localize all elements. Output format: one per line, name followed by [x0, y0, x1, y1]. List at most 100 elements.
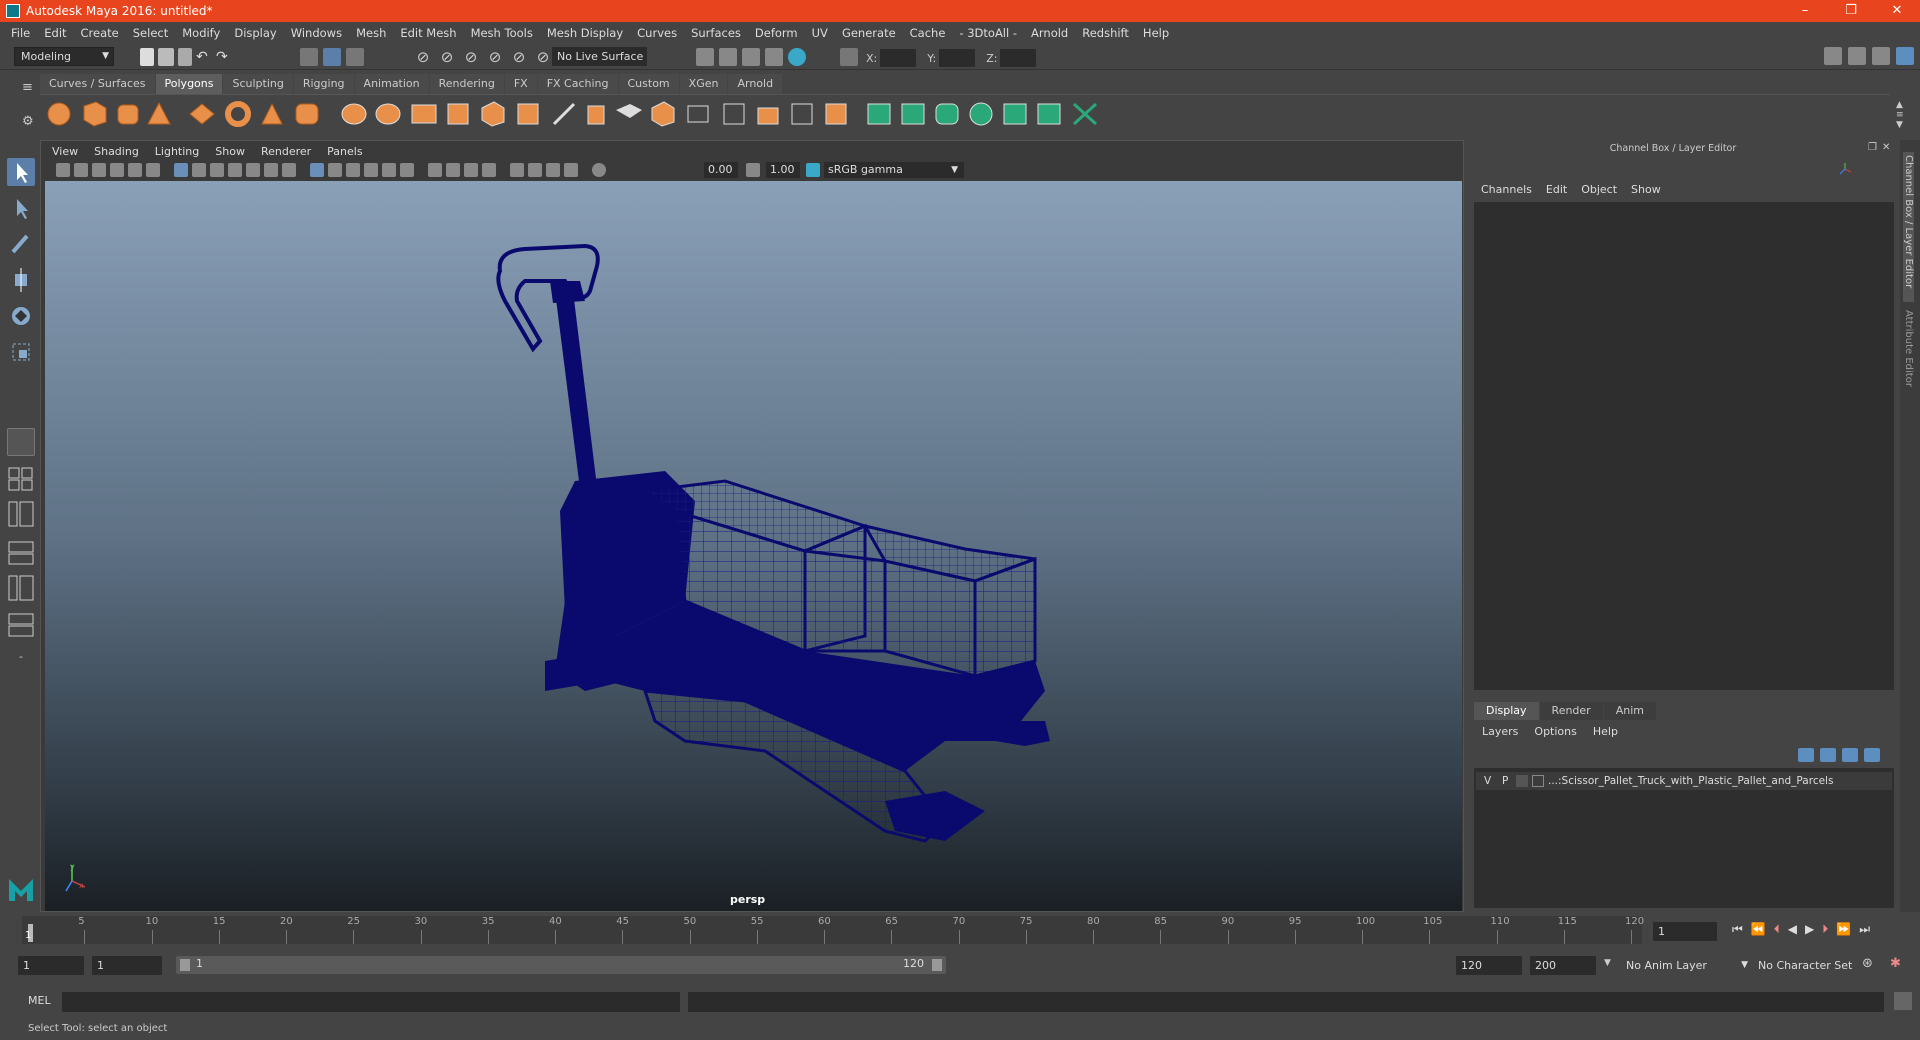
- attribute-editor-toggle-icon[interactable]: [1848, 47, 1866, 65]
- cb-menu-edit[interactable]: Edit: [1539, 183, 1574, 196]
- step-forward-frame-icon[interactable]: ⏩: [1836, 922, 1851, 937]
- hypershade-persp-layout-icon[interactable]: [7, 574, 35, 602]
- menu-windows[interactable]: Windows: [284, 26, 349, 40]
- select-component-icon[interactable]: [346, 48, 364, 66]
- poly-pyramid-icon[interactable]: [261, 102, 283, 125]
- menu-deform[interactable]: Deform: [748, 26, 805, 40]
- exposure-icon[interactable]: [592, 163, 606, 177]
- gamma-icon[interactable]: [746, 163, 760, 177]
- four-view-layout-icon[interactable]: [7, 466, 35, 492]
- close-panel-icon[interactable]: ✕: [1882, 142, 1890, 153]
- vp-menu-lighting[interactable]: Lighting: [147, 143, 207, 161]
- poly-sphere-icon[interactable]: [47, 102, 71, 126]
- bevel-icon[interactable]: [616, 104, 642, 118]
- shelf-tab-xgen[interactable]: XGen: [679, 74, 728, 94]
- textured-icon[interactable]: [364, 163, 378, 177]
- anti-aliasing-icon[interactable]: [464, 163, 478, 177]
- select-object-icon[interactable]: [323, 48, 341, 66]
- current-frame-field[interactable]: 1: [1653, 922, 1717, 941]
- auto-key-icon[interactable]: ⊛: [1862, 956, 1873, 971]
- grease-pencil-icon[interactable]: [146, 163, 160, 177]
- exposure-field[interactable]: 0.00: [704, 162, 738, 178]
- poly-pipe-icon[interactable]: [295, 103, 319, 125]
- modeling-toolkit-icon[interactable]: [1824, 47, 1842, 65]
- viewport-canvas[interactable]: [45, 181, 1462, 911]
- poly-cylinder-icon[interactable]: [117, 104, 139, 125]
- offset-edge-loop-icon[interactable]: [757, 107, 779, 125]
- cb-menu-show[interactable]: Show: [1624, 183, 1668, 196]
- layer-tab-render[interactable]: Render: [1539, 702, 1603, 720]
- vp-menu-show[interactable]: Show: [207, 143, 253, 161]
- cb-menu-channels[interactable]: Channels: [1474, 183, 1539, 196]
- z-field[interactable]: [1000, 49, 1037, 67]
- poly-cube-icon[interactable]: [83, 101, 107, 127]
- automatic-mapping-icon[interactable]: [1003, 103, 1027, 125]
- command-input[interactable]: [62, 992, 680, 1012]
- cb-menu-object[interactable]: Object: [1574, 183, 1624, 196]
- menu-modify[interactable]: Modify: [175, 26, 227, 40]
- target-weld-icon[interactable]: [687, 105, 709, 123]
- safe-action-icon[interactable]: [264, 163, 278, 177]
- shelf-tab-arnold[interactable]: Arnold: [728, 74, 783, 94]
- lasso-tool-icon[interactable]: [7, 194, 35, 222]
- two-d-pan-zoom-icon[interactable]: [128, 163, 142, 177]
- layer-row[interactable]: V P ...:Scissor_Pallet_Truck_with_Plasti…: [1476, 772, 1892, 790]
- range-start-handle[interactable]: [180, 959, 190, 971]
- safe-title-icon[interactable]: [282, 163, 296, 177]
- range-start-field[interactable]: 1: [18, 956, 84, 975]
- menu-edit-mesh[interactable]: Edit Mesh: [393, 26, 463, 40]
- insert-edge-loop-icon[interactable]: [723, 103, 745, 125]
- shelf-tab-sculpting[interactable]: Sculpting: [223, 74, 293, 94]
- render-settings-icon[interactable]: [765, 48, 783, 66]
- render-view-icon[interactable]: [696, 48, 714, 66]
- axis-orientation-icon[interactable]: [1838, 162, 1852, 176]
- rotate-tool-icon[interactable]: [7, 302, 35, 330]
- layer-tab-anim[interactable]: Anim: [1603, 702, 1656, 720]
- select-hierarchy-icon[interactable]: [300, 48, 318, 66]
- shelf-tab-animation[interactable]: Animation: [354, 74, 429, 94]
- side-tab-channel-box[interactable]: Channel Box / Layer Editor: [1903, 152, 1914, 302]
- preferences-icon[interactable]: ✱: [1890, 956, 1901, 971]
- snap-grid-icon[interactable]: ⊘: [414, 48, 432, 66]
- menu-surfaces[interactable]: Surfaces: [684, 26, 748, 40]
- time-slider[interactable]: [22, 916, 1642, 944]
- range-slider[interactable]: 1 120: [176, 956, 946, 974]
- play-forwards-icon[interactable]: ▶: [1805, 922, 1814, 937]
- motion-blur-icon[interactable]: [446, 163, 460, 177]
- field-chart-icon[interactable]: [246, 163, 260, 177]
- restore-button[interactable]: ❐: [1828, 0, 1874, 22]
- vp-menu-panels[interactable]: Panels: [319, 143, 370, 161]
- wireframe-on-shaded-icon[interactable]: [346, 163, 360, 177]
- bookmark-icon[interactable]: [92, 163, 106, 177]
- poly-cone-icon[interactable]: [147, 101, 171, 125]
- menu-3dtoall[interactable]: - 3DtoAll -: [952, 26, 1024, 40]
- extract-icon[interactable]: [447, 103, 469, 125]
- move-layer-down-icon[interactable]: [1820, 748, 1836, 762]
- vp-menu-renderer[interactable]: Renderer: [253, 143, 319, 161]
- snap-live-icon[interactable]: ⊘: [510, 48, 528, 66]
- go-to-start-icon[interactable]: ⏮: [1732, 922, 1743, 937]
- anim-layer-dropdown[interactable]: No Anim Layer ▼: [1622, 956, 1752, 975]
- menu-mesh-display[interactable]: Mesh Display: [540, 26, 630, 40]
- float-panel-icon[interactable]: ❐: [1868, 142, 1877, 153]
- gamma-field[interactable]: 1.00: [766, 162, 800, 178]
- shadows-icon[interactable]: [400, 163, 414, 177]
- persp-outliner-graph-layout-icon[interactable]: [7, 612, 35, 638]
- planar-mapping-icon[interactable]: [901, 103, 925, 125]
- side-tab-attribute-editor[interactable]: Attribute Editor: [1903, 310, 1914, 430]
- single-perspective-layout-icon[interactable]: [7, 428, 35, 456]
- mirror-icon[interactable]: [825, 103, 847, 125]
- layer-visibility-toggle[interactable]: V: [1484, 772, 1491, 790]
- shelf-tab-fx[interactable]: FX: [504, 74, 537, 94]
- playback-end-field[interactable]: 120: [1456, 956, 1522, 975]
- vp-menu-view[interactable]: View: [44, 143, 86, 161]
- script-editor-icon[interactable]: [1894, 992, 1912, 1010]
- menu-edit[interactable]: Edit: [37, 26, 73, 40]
- x-field[interactable]: [880, 49, 917, 67]
- undo-icon[interactable]: ↶: [196, 48, 212, 66]
- snap-point-icon[interactable]: ⊘: [462, 48, 480, 66]
- image-plane-icon[interactable]: [110, 163, 124, 177]
- le-menu-layers[interactable]: Layers: [1474, 725, 1526, 738]
- new-layer-icon[interactable]: [1842, 748, 1858, 762]
- select-tool-icon[interactable]: [7, 158, 35, 186]
